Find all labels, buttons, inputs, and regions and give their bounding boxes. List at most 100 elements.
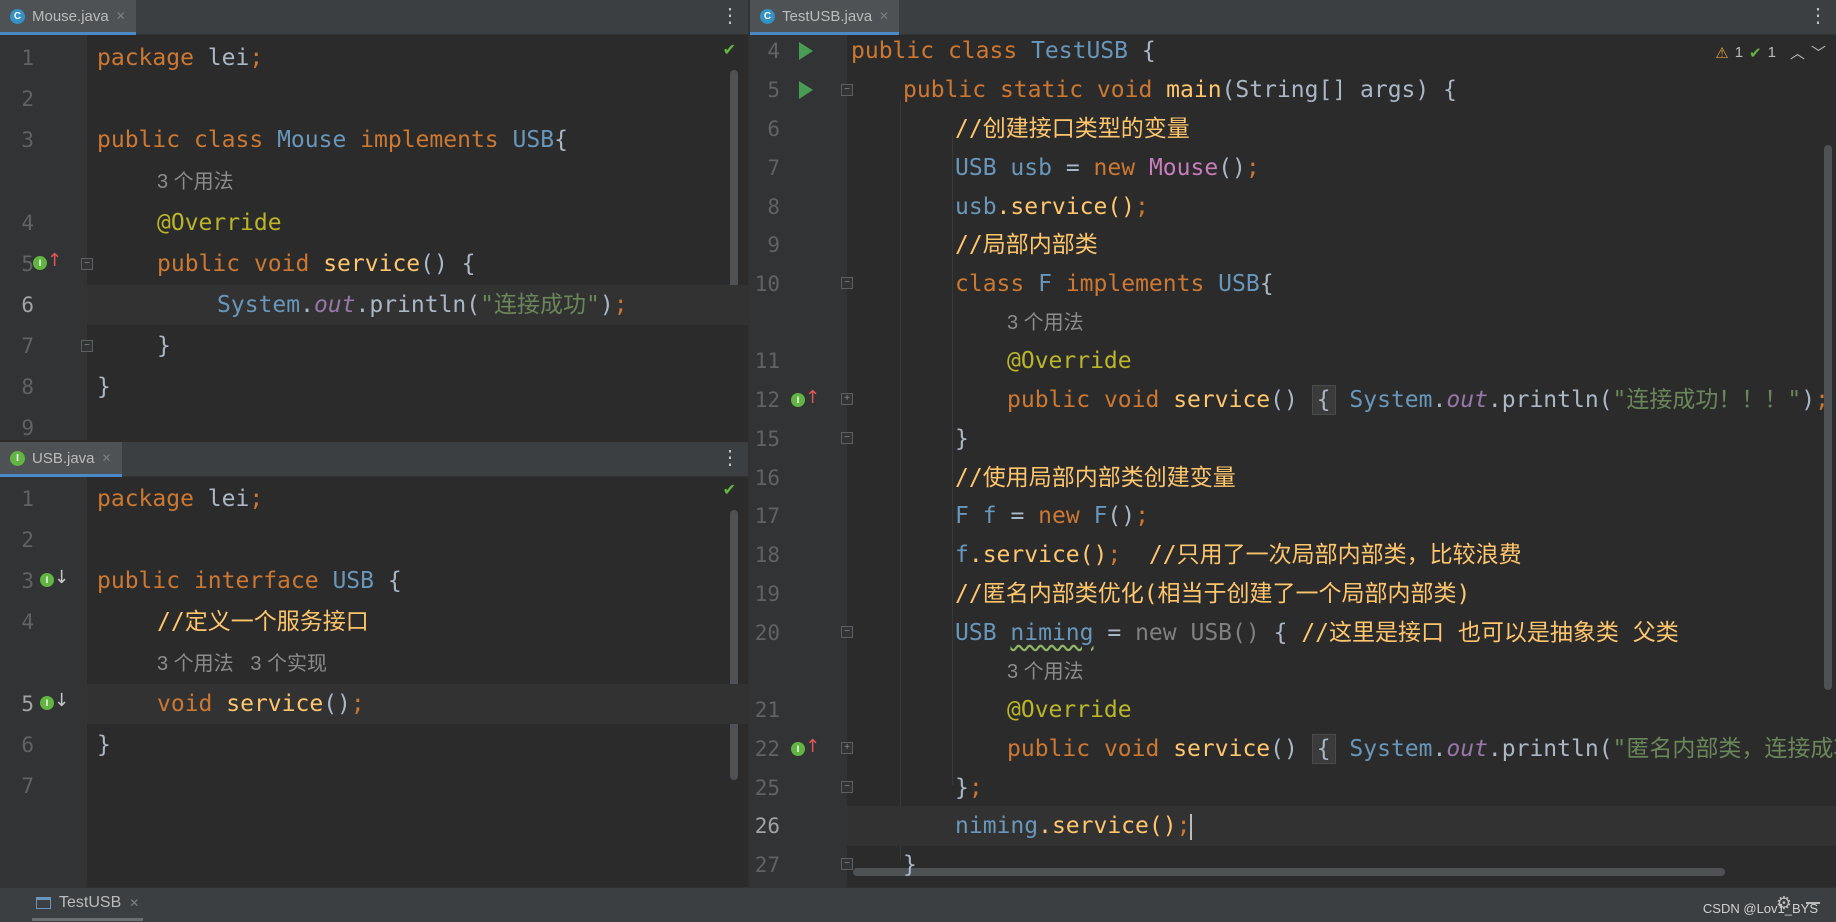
punct: () [1270,387,1298,413]
code-line[interactable]: package lei; [97,479,748,519]
class-name: F [1038,271,1052,297]
code-line[interactable]: public class Mouse implements USB{ [97,120,748,160]
arrow-down-icon: ↓ [54,567,70,588]
brace: { [387,568,402,594]
code-line[interactable]: public interface USB { [97,561,748,601]
folded-region[interactable]: { [1311,385,1336,415]
indent-guide [900,100,901,860]
usage-hint[interactable]: 3 个用法 [1007,661,1084,683]
fold-icon[interactable]: − [841,84,853,96]
code-line[interactable]: //使用局部内部类创建变量 [955,458,1836,498]
implemented-icon[interactable]: I [40,696,54,710]
more-options-icon[interactable]: ⋮ [1808,5,1828,27]
close-icon[interactable]: ✕ [116,9,126,23]
implemented-icon[interactable]: I [40,573,54,587]
variable: usb [955,194,997,220]
usage-hint[interactable]: 3 个用法 [1007,312,1084,334]
fold-icon[interactable]: − [81,340,93,352]
line-number: 8 [767,195,780,219]
tab-testusb-java[interactable]: C TestUSB.java ✕ [750,0,900,35]
code-line[interactable]: public void service() { System.out.print… [1007,380,1836,420]
run-tab-testusb[interactable]: TestUSB ✕ [32,888,144,921]
code-line[interactable]: public static void main(String[] args) { [903,70,1836,110]
interface-name: USB [1218,271,1260,297]
code-line[interactable]: F f = new F(); [955,496,1836,536]
fold-icon[interactable]: − [841,277,853,289]
code-line[interactable]: public class TestUSB { [851,31,1836,71]
code-line[interactable]: public void service() { [97,244,748,284]
fold-icon[interactable]: − [841,626,853,638]
string-literal: "匿名内部类，连接成功" [1612,736,1836,762]
code-line[interactable]: package lei; [97,38,748,78]
fold-icon[interactable]: − [841,432,853,444]
line-number: 3 [21,128,34,152]
code-line[interactable]: } [97,326,748,366]
variable: niming [1010,620,1094,646]
run-icon[interactable] [799,42,813,60]
usage-hint[interactable]: 3 个用法 [157,171,234,193]
implements-method-icon[interactable]: I [791,393,805,407]
close-icon[interactable]: ✕ [102,451,112,465]
expand-icon[interactable]: + [841,393,853,405]
keyword: implements [1065,271,1205,297]
keyword: package [97,45,194,71]
code-line[interactable]: usb.service(); [955,187,1836,227]
fold-icon[interactable]: − [841,858,853,870]
more-options-icon[interactable]: ⋮ [720,5,740,27]
fold-icon[interactable]: − [841,781,853,793]
operator: = [1065,155,1080,181]
punct: .println( [1487,387,1613,413]
code-line[interactable]: public void service() { System.out.print… [1007,729,1836,769]
code-line[interactable]: @Override [1007,690,1836,730]
class-file-icon: C [10,8,25,24]
line-number: 26 [754,814,780,838]
code-line-current[interactable]: System.out.println("连接成功"); [87,285,748,325]
code-line[interactable]: } [97,725,748,765]
code-line[interactable]: f.service(); //只用了一次局部内部类，比较浪费 [955,535,1836,575]
line-number: 19 [754,582,780,606]
keyword: void [253,251,310,277]
string-literal: "连接成功" [480,292,600,318]
code-line-current[interactable]: niming.service(); [847,806,1836,846]
code-line[interactable]: USB niming = new USB() { //这里是接口 也可以是抽象类… [955,613,1836,653]
implements-method-icon[interactable]: I [33,256,47,270]
code-line[interactable]: } [903,845,1836,885]
folded-region[interactable]: { [1311,734,1336,764]
code-line[interactable]: } [955,419,1836,459]
brace: } [157,333,171,359]
close-icon[interactable]: ✕ [879,9,889,23]
code-line[interactable]: }; [955,768,1836,808]
brace: } [97,732,111,758]
code-line[interactable]: //局部内部类 [955,225,1836,265]
code-line[interactable]: } [97,367,748,407]
code-line[interactable]: USB usb = new Mouse(); [955,148,1836,188]
more-options-icon[interactable]: ⋮ [720,447,740,469]
editor-testusb-java: C TestUSB.java ✕ ⋮ ⚠ 1 ✔ 1 ︿ ﹀ 4 5 6 7 8 9… [750,0,1836,887]
code-line-current[interactable]: void service(); [87,684,748,724]
code-line[interactable]: //匿名内部类优化(相当于创建了一个局部内部类) [955,574,1836,614]
keyword: static [999,77,1084,103]
fold-icon[interactable]: − [81,258,93,270]
code-line[interactable]: @Override [97,203,748,243]
code-line[interactable]: @Override [1007,341,1836,381]
code-line[interactable]: //创建接口类型的变量 [955,109,1836,149]
annotation: @Override [157,210,282,236]
method-call: .service() [1038,813,1177,839]
method-name: service [226,691,324,717]
close-icon[interactable]: ✕ [129,896,139,910]
run-icon[interactable] [799,81,813,99]
line-number: 4 [21,211,34,235]
code-line[interactable]: class F implements USB{ [955,264,1836,304]
punct: . [1432,387,1447,413]
tab-mouse-java[interactable]: C Mouse.java ✕ [0,0,136,35]
implements-method-icon[interactable]: I [791,742,805,756]
method-name: main [1166,77,1222,103]
semicolon: ; [1245,155,1260,181]
brace: } [903,852,917,878]
expand-icon[interactable]: + [841,742,853,754]
code-line[interactable]: //定义一个服务接口 [97,602,748,642]
usage-hint-row: 3 个用法 [1007,651,1836,691]
usage-hint[interactable]: 3 个用法 3 个实现 [157,653,327,675]
keyword: class [955,271,1025,297]
tab-usb-java[interactable]: I USB.java ✕ [0,442,122,477]
